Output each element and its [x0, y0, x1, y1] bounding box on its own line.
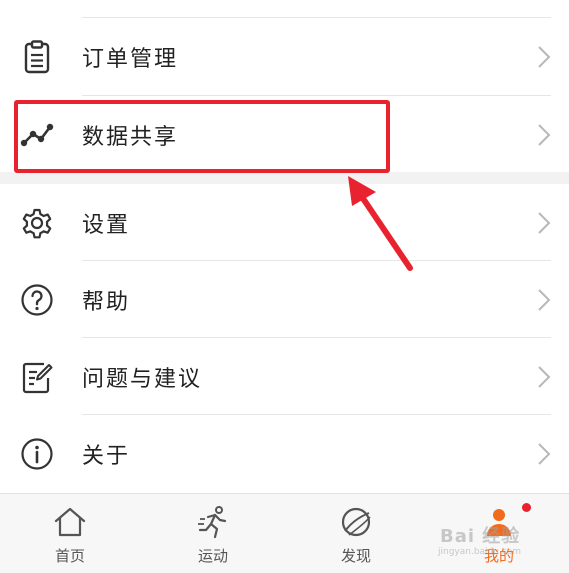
- tab-label: 运动: [197, 547, 228, 565]
- menu-item-label: 关于: [82, 443, 131, 469]
- menu-group-account: 订单管理 数据共享: [0, 18, 569, 172]
- menu-item-label: 订单管理: [82, 47, 179, 72]
- menu-item-settings[interactable]: 设置: [0, 184, 569, 261]
- screen: 订单管理 数据共享 设置 帮助 问题与建议 关于 首页 运动 发现 我的 Bai…: [0, 0, 569, 573]
- chevron-right-icon: [538, 365, 551, 388]
- chevron-right-icon: [538, 211, 551, 234]
- menu-item-label: 数据共享: [82, 124, 179, 150]
- home-icon: [54, 507, 86, 537]
- tab-home[interactable]: 首页: [20, 493, 120, 573]
- tab-me[interactable]: 我的: [449, 493, 549, 573]
- trend-line-icon: [18, 116, 56, 154]
- chevron-right-icon: [538, 288, 551, 311]
- menu-group-general: 设置 帮助 问题与建议 关于: [0, 184, 569, 493]
- notification-dot: [522, 503, 531, 512]
- tab-exercise[interactable]: 运动: [163, 493, 263, 573]
- gear-icon: [18, 204, 56, 242]
- menu-item-label: 帮助: [82, 289, 131, 315]
- menu-item-orders[interactable]: 订单管理: [0, 18, 569, 96]
- chevron-right-icon: [538, 46, 551, 68]
- running-icon: [198, 506, 227, 539]
- previous-item-edge: [0, 0, 569, 18]
- menu-item-data-sharing[interactable]: 数据共享: [0, 96, 569, 173]
- edit-note-icon: [18, 358, 56, 396]
- info-circle-icon: [18, 435, 56, 473]
- tab-discover[interactable]: 发现: [306, 493, 406, 573]
- menu-item-label: 问题与建议: [82, 366, 203, 392]
- clipboard-icon: [18, 38, 56, 76]
- menu-item-label: 设置: [82, 212, 131, 238]
- chevron-right-icon: [538, 442, 551, 465]
- profile-icon: [487, 509, 511, 536]
- tab-label: 发现: [340, 547, 371, 565]
- planet-icon: [341, 507, 371, 537]
- menu-item-feedback[interactable]: 问题与建议: [0, 338, 569, 415]
- menu-item-help[interactable]: 帮助: [0, 261, 569, 338]
- menu-item-about[interactable]: 关于: [0, 415, 569, 492]
- tab-label: 首页: [54, 547, 85, 565]
- chevron-right-icon: [538, 123, 551, 146]
- tab-label: 我的: [483, 547, 514, 565]
- help-circle-icon: [18, 281, 56, 319]
